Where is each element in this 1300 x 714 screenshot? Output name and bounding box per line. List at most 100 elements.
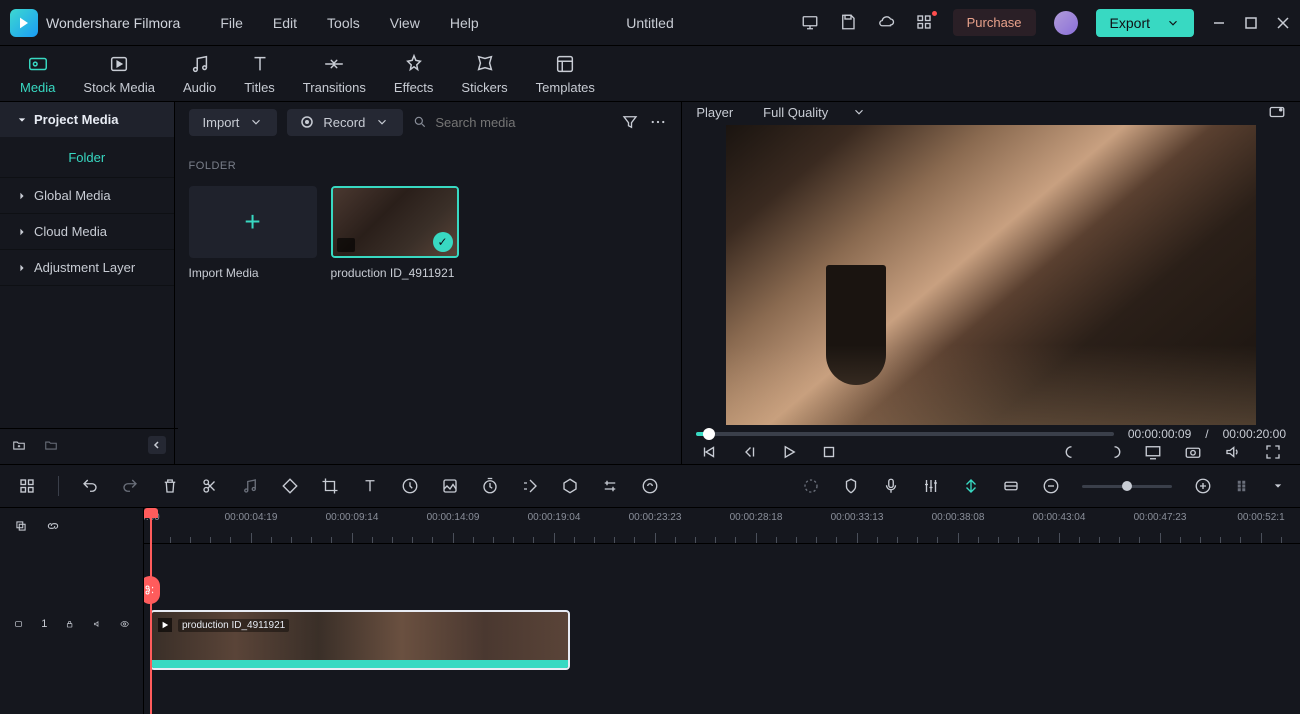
menu-view[interactable]: View — [390, 15, 420, 31]
visibility-icon[interactable] — [120, 617, 129, 631]
export-button[interactable]: Export — [1096, 9, 1194, 37]
export-button-label: Export — [1110, 15, 1150, 31]
snapshot-view-icon[interactable] — [1268, 103, 1286, 121]
save-icon[interactable] — [839, 13, 859, 33]
filter-icon[interactable] — [621, 113, 639, 131]
zoom-handle[interactable] — [1122, 481, 1132, 491]
sidebar-item-global-media[interactable]: Global Media — [0, 178, 174, 214]
track-options-icon[interactable] — [1234, 477, 1252, 495]
timeline-ruler[interactable]: 0:0000:00:04:1900:00:09:1400:00:14:0900:… — [144, 508, 1300, 544]
cloud-icon[interactable] — [877, 13, 897, 33]
split-icon[interactable] — [201, 477, 219, 495]
music-icon[interactable] — [241, 477, 259, 495]
stop-icon[interactable] — [820, 443, 838, 461]
undo-icon[interactable] — [81, 477, 99, 495]
mark-out-icon[interactable] — [1104, 443, 1122, 461]
minimize-icon[interactable] — [1212, 16, 1226, 30]
text-icon[interactable] — [361, 477, 379, 495]
tab-templates[interactable]: Templates — [536, 52, 595, 95]
record-button[interactable]: Record — [287, 109, 403, 136]
playhead[interactable] — [150, 508, 152, 714]
menu-help[interactable]: Help — [450, 15, 479, 31]
scrubber-handle[interactable] — [703, 428, 715, 440]
marker-icon[interactable] — [842, 477, 860, 495]
tab-effects[interactable]: Effects — [394, 52, 434, 95]
device-icon[interactable] — [801, 13, 821, 33]
zoom-slider[interactable] — [1082, 485, 1172, 488]
fullscreen-icon[interactable] — [1264, 443, 1282, 461]
user-avatar[interactable] — [1054, 11, 1078, 35]
zoom-out-icon[interactable] — [1042, 477, 1060, 495]
speed-icon[interactable] — [401, 477, 419, 495]
scrubber[interactable] — [696, 432, 1114, 436]
mute-icon[interactable] — [93, 617, 102, 631]
timeline-clip[interactable]: production ID_4911921 — [150, 610, 570, 670]
import-media-card[interactable]: + Import Media — [189, 186, 317, 280]
play-backward-icon[interactable] — [700, 443, 718, 461]
import-button[interactable]: Import — [189, 109, 278, 136]
tab-stickers[interactable]: Stickers — [461, 52, 507, 95]
collapse-sidebar-icon[interactable] — [148, 436, 166, 454]
sidebar-item-adjustment-layer[interactable]: Adjustment Layer — [0, 250, 174, 286]
ruler-label: 00:00:28:18 — [730, 512, 783, 523]
mask-icon[interactable] — [561, 477, 579, 495]
redo-icon[interactable] — [121, 477, 139, 495]
lock-icon[interactable] — [65, 617, 74, 631]
tab-transitions[interactable]: Transitions — [303, 52, 366, 95]
chevron-down-icon — [375, 115, 389, 129]
tab-media[interactable]: Media — [20, 52, 55, 95]
maximize-icon[interactable] — [1244, 16, 1258, 30]
audio-icon — [188, 52, 212, 76]
quality-select[interactable]: Full Quality — [763, 105, 866, 120]
timeline-tracks[interactable]: 0:0000:00:04:1900:00:09:1400:00:14:0900:… — [144, 508, 1300, 714]
close-icon[interactable] — [1276, 16, 1290, 30]
play-icon[interactable] — [780, 443, 798, 461]
apps-icon[interactable] — [915, 13, 935, 33]
menu-edit[interactable]: Edit — [273, 15, 297, 31]
caret-down-icon[interactable] — [1274, 482, 1282, 490]
tab-titles[interactable]: Titles — [244, 52, 275, 95]
duration-icon[interactable] — [481, 477, 499, 495]
color-icon[interactable] — [441, 477, 459, 495]
adjust-icon[interactable] — [601, 477, 619, 495]
keyframe-icon[interactable] — [521, 477, 539, 495]
media-clip-card[interactable]: ✓ production ID_4911921 — [331, 186, 459, 280]
sidebar-item-cloud-media[interactable]: Cloud Media — [0, 214, 174, 250]
zoom-in-icon[interactable] — [1194, 477, 1212, 495]
menu-file[interactable]: File — [220, 15, 243, 31]
tag-icon[interactable] — [281, 477, 299, 495]
link-icon[interactable] — [46, 519, 60, 533]
more-icon[interactable] — [649, 113, 667, 131]
volume-icon[interactable] — [1224, 443, 1242, 461]
camera-icon[interactable] — [1184, 443, 1202, 461]
mixer-icon[interactable] — [922, 477, 940, 495]
enhance-icon[interactable] — [641, 477, 659, 495]
cut-marker-icon[interactable] — [144, 576, 160, 604]
mark-in-icon[interactable] — [1064, 443, 1082, 461]
folder-icon[interactable] — [44, 438, 58, 452]
menu-tools[interactable]: Tools — [327, 15, 360, 31]
render-icon[interactable] — [802, 477, 820, 495]
frame-back-icon[interactable] — [740, 443, 758, 461]
copy-icon[interactable] — [14, 519, 28, 533]
delete-icon[interactable] — [161, 477, 179, 495]
tab-audio[interactable]: Audio — [183, 52, 216, 95]
preview-video[interactable] — [726, 125, 1256, 425]
time-total: 00:00:20:00 — [1223, 427, 1286, 441]
search-input[interactable] — [435, 115, 611, 130]
purchase-button[interactable]: Purchase — [953, 9, 1036, 36]
tab-stock-media[interactable]: Stock Media — [83, 52, 155, 95]
crop-icon[interactable] — [321, 477, 339, 495]
new-folder-icon[interactable] — [12, 438, 26, 452]
sidebar-item-folder[interactable]: Folder — [0, 138, 174, 178]
search-icon — [413, 115, 427, 129]
player-label: Player — [696, 105, 733, 120]
voiceover-icon[interactable] — [882, 477, 900, 495]
ruler-label: 00:00:23:23 — [629, 512, 682, 523]
grid-icon[interactable] — [18, 477, 36, 495]
sidebar-item-project-media[interactable]: Project Media — [0, 102, 174, 138]
snap-icon[interactable] — [1002, 477, 1020, 495]
display-icon[interactable] — [1144, 443, 1162, 461]
caret-right-icon — [18, 264, 26, 272]
auto-ripple-icon[interactable] — [962, 477, 980, 495]
